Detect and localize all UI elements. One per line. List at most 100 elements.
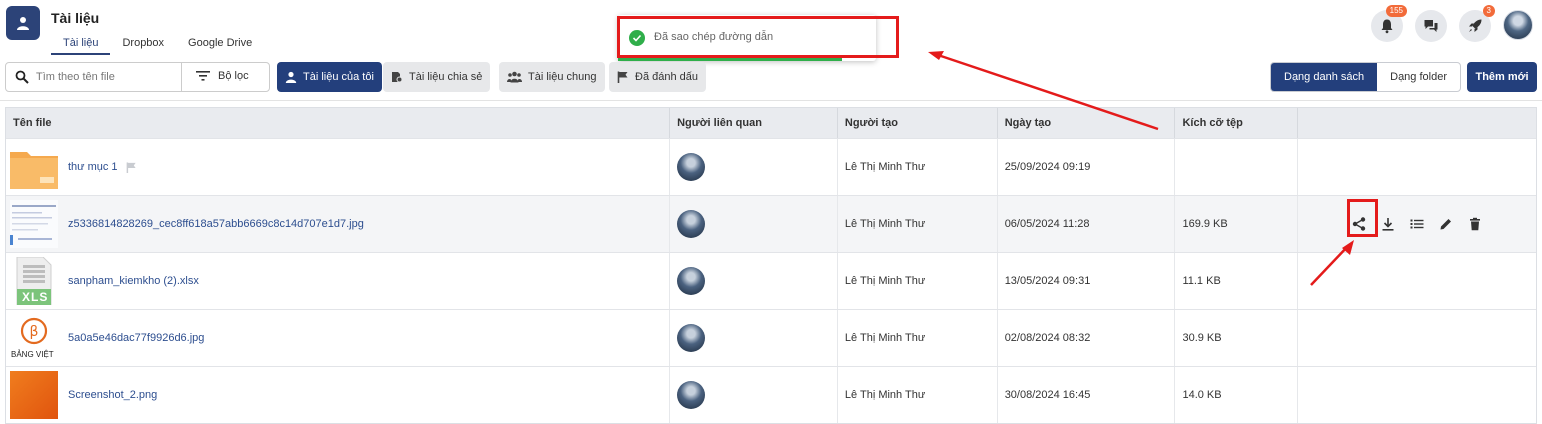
rocket-icon: [1469, 19, 1482, 32]
file-name[interactable]: 5a0a5e46dac77f9926d6.jpg: [68, 332, 204, 344]
table-row[interactable]: β BẢNG VIỆT 5a0a5e46dac77f9926d6.jpg Lê …: [6, 309, 1536, 366]
highlight-box-toast: [617, 16, 899, 58]
person-icon: [17, 17, 29, 30]
related-cell: [670, 196, 838, 252]
image-thumbnail: [10, 200, 58, 248]
table-row[interactable]: z5336814828269_cec8ff618a57abb6669c8c14d…: [6, 195, 1536, 252]
avatar[interactable]: [677, 267, 706, 295]
view-toggle: Dạng danh sách Dạng folder: [1270, 62, 1461, 92]
chat-button[interactable]: [1415, 10, 1447, 42]
file-name[interactable]: thư mục 1: [68, 161, 118, 173]
size-cell: 30.9 KB: [1175, 310, 1299, 366]
chip-label: Đã đánh dấu: [635, 71, 698, 83]
image-thumbnail: [10, 371, 58, 419]
size-cell: [1175, 139, 1299, 195]
page-title: Tài liệu: [51, 10, 100, 26]
tab-bar: Tài liệu Dropbox Google Drive: [51, 37, 264, 55]
date-cell: 02/08/2024 08:32: [998, 310, 1176, 366]
rocket-button[interactable]: 3: [1459, 5, 1495, 42]
actions-cell: [1298, 139, 1536, 195]
chip-label: Tài liệu của tôi: [303, 71, 374, 83]
shared-doc-icon: [392, 72, 403, 83]
highlight-box-share: [1347, 199, 1378, 237]
toolbar: Bộ lọc Tài liệu của tôi Tài liệu chia sẻ…: [5, 62, 1537, 94]
group-icon: [507, 71, 522, 83]
file-cell: Screenshot_2.png: [6, 367, 671, 423]
delete-icon[interactable]: [1467, 216, 1483, 232]
date-cell: 13/05/2024 09:31: [998, 253, 1176, 309]
avatar[interactable]: [677, 381, 706, 409]
search-icon: [15, 70, 29, 84]
column-header-related[interactable]: Người liên quan: [670, 108, 838, 138]
notifications-button[interactable]: 155: [1371, 5, 1407, 42]
table-row[interactable]: thư mục 1 Lê Thị Minh Thư 25/09/2024 09:…: [6, 138, 1536, 195]
column-header-size[interactable]: Kích cỡ tệp: [1175, 108, 1299, 138]
size-cell: 14.0 KB: [1175, 367, 1299, 423]
related-cell: [670, 310, 838, 366]
table-header: Tên file Người liên quan Người tạo Ngày …: [6, 108, 1536, 138]
chip-common-documents[interactable]: Tài liệu chung: [499, 62, 605, 92]
actions-cell: [1298, 367, 1536, 423]
date-cell: 06/05/2024 11:28: [998, 196, 1176, 252]
creator-cell: Lê Thị Minh Thư: [838, 253, 998, 309]
edit-icon[interactable]: [1438, 216, 1454, 232]
user-avatar[interactable]: [1503, 10, 1533, 40]
related-cell: [670, 367, 838, 423]
column-header-date[interactable]: Ngày tạo: [998, 108, 1176, 138]
column-header-file-name[interactable]: Tên file: [6, 108, 671, 138]
view-folder-button[interactable]: Dạng folder: [1377, 63, 1460, 91]
avatar[interactable]: [677, 153, 706, 181]
download-icon[interactable]: [1380, 216, 1396, 232]
view-list-button[interactable]: Dạng danh sách: [1271, 63, 1378, 91]
logo-thumbnail: β BẢNG VIỆT: [10, 314, 58, 362]
size-cell: 169.9 KB: [1175, 196, 1299, 252]
chip-flagged[interactable]: Đã đánh dấu: [609, 62, 706, 92]
chip-my-documents[interactable]: Tài liệu của tôi: [277, 62, 382, 92]
chip-shared-documents[interactable]: Tài liệu chia sẻ: [383, 62, 491, 92]
tab-dropbox[interactable]: Dropbox: [110, 37, 176, 55]
flag-icon[interactable]: [126, 161, 137, 173]
related-cell: [670, 253, 838, 309]
creator-cell: Lê Thị Minh Thư: [838, 310, 998, 366]
file-name[interactable]: z5336814828269_cec8ff618a57abb6669c8c14d…: [68, 218, 364, 230]
folder-icon: [10, 143, 58, 191]
related-cell: [670, 139, 838, 195]
file-name[interactable]: Screenshot_2.png: [68, 389, 157, 401]
add-new-button[interactable]: Thêm mới: [1467, 62, 1537, 92]
search-divider: [181, 63, 182, 91]
tab-google-drive[interactable]: Google Drive: [176, 37, 264, 55]
size-cell: 11.1 KB: [1175, 253, 1299, 309]
table-row[interactable]: Screenshot_2.png Lê Thị Minh Thư 30/08/2…: [6, 366, 1536, 423]
file-cell: β BẢNG VIỆT 5a0a5e46dac77f9926d6.jpg: [6, 310, 671, 366]
list-icon[interactable]: [1409, 216, 1425, 232]
actions-cell: [1298, 196, 1536, 252]
date-cell: 30/08/2024 16:45: [998, 367, 1176, 423]
chat-icon: [1424, 20, 1438, 32]
file-name[interactable]: sanpham_kiemkho (2).xlsx: [68, 275, 199, 287]
date-cell: 25/09/2024 09:19: [998, 139, 1176, 195]
search-input[interactable]: [36, 64, 176, 90]
file-cell: z5336814828269_cec8ff618a57abb6669c8c14d…: [6, 196, 671, 252]
filter-button[interactable]: Bộ lọc: [196, 70, 249, 82]
actions-cell: [1298, 310, 1536, 366]
xls-file-icon: XLS: [10, 256, 58, 306]
bell-icon: [1381, 19, 1393, 34]
person-icon: [285, 71, 297, 83]
creator-cell: Lê Thị Minh Thư: [838, 139, 998, 195]
app-icon[interactable]: [6, 6, 40, 40]
avatar[interactable]: [677, 324, 706, 352]
column-header-creator[interactable]: Người tạo: [838, 108, 998, 138]
divider: [0, 100, 1542, 101]
notification-badge: 155: [1385, 5, 1407, 17]
search-box: Bộ lọc: [5, 62, 270, 92]
avatar[interactable]: [677, 210, 706, 238]
table-row[interactable]: XLS sanpham_kiemkho (2).xlsx Lê Thị Minh…: [6, 252, 1536, 309]
filter-label: Bộ lọc: [218, 70, 249, 82]
tab-tai-lieu[interactable]: Tài liệu: [51, 37, 111, 55]
header-actions: 155 3: [1371, 5, 1533, 42]
filter-icon: [196, 71, 210, 81]
column-header-actions: [1298, 108, 1536, 138]
file-table: Tên file Người liên quan Người tạo Ngày …: [5, 107, 1537, 424]
xls-label: XLS: [22, 290, 49, 304]
chip-label: Tài liệu chung: [528, 71, 597, 83]
